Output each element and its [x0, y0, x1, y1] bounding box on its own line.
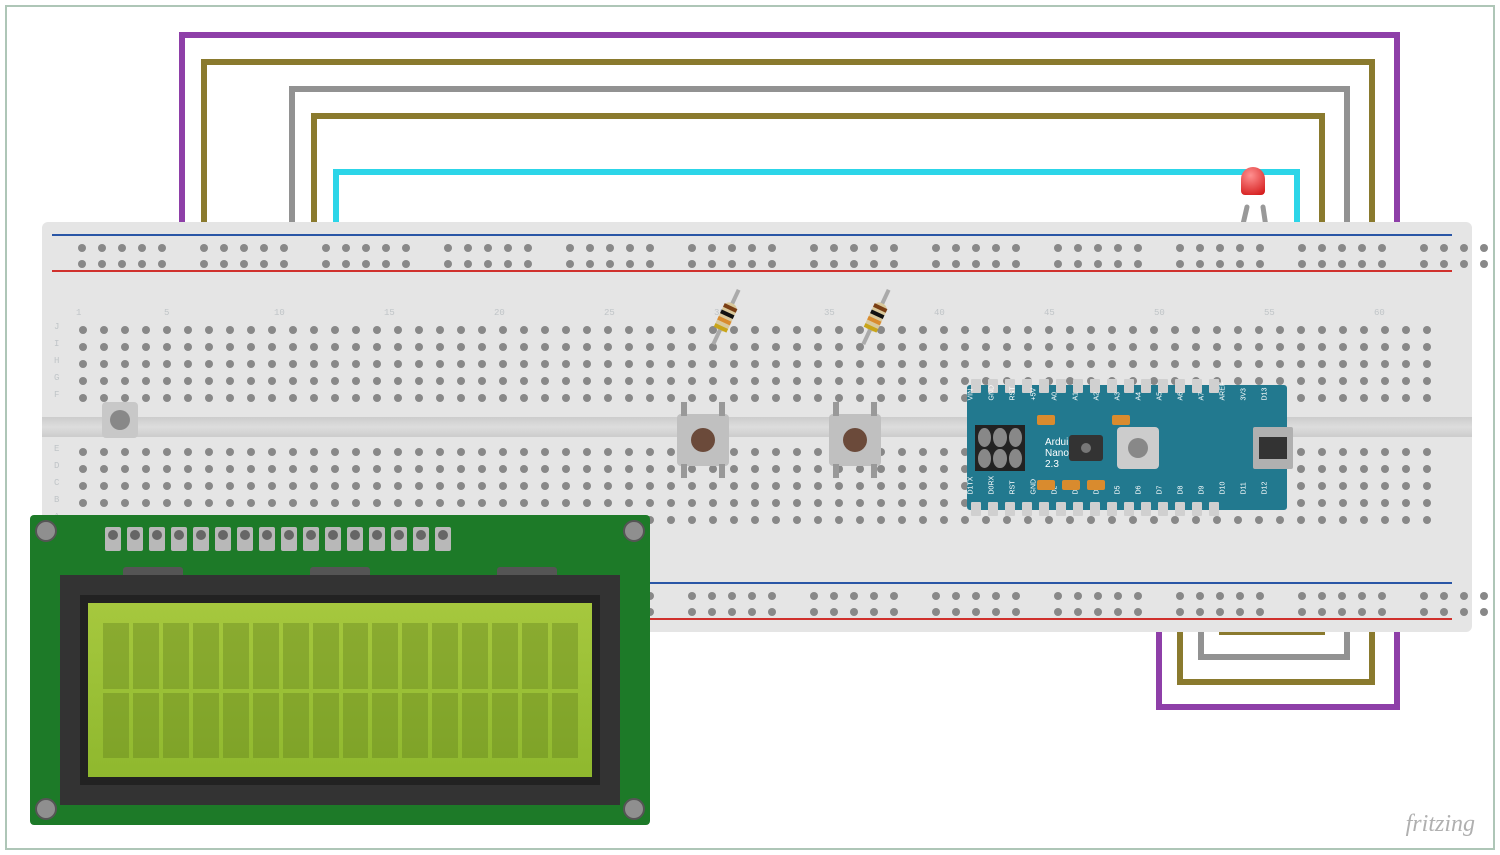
pushbutton-1 [677, 414, 729, 466]
fritzing-watermark: fritzing [1406, 811, 1475, 838]
row-label: J [54, 322, 59, 332]
col-label: 60 [1374, 308, 1385, 318]
col-label: 50 [1154, 308, 1165, 318]
row-label: E [54, 444, 59, 454]
row-label: G [54, 373, 59, 383]
row-label: D [54, 461, 59, 471]
col-label: 55 [1264, 308, 1275, 318]
lcd-16x2: for(let i=0;i<16;i++)document.write('<di… [30, 515, 650, 825]
col-label: 45 [1044, 308, 1055, 318]
lcd-pin-header: for(let i=0;i<16;i++)document.write('<di… [105, 527, 451, 551]
led-red [1235, 167, 1271, 217]
pushbutton-2 [829, 414, 881, 466]
row-label: B [54, 495, 59, 505]
col-label: 1 [76, 308, 81, 318]
row-label: I [54, 339, 59, 349]
row-label: F [54, 390, 59, 400]
potentiometer [102, 402, 138, 438]
row-label: H [54, 356, 59, 366]
col-label: 25 [604, 308, 615, 318]
col-label: 5 [164, 308, 169, 318]
col-label: 20 [494, 308, 505, 318]
row-label: C [54, 478, 59, 488]
arduino-nano: for(let i=0;i<15;i++)document.write('<di… [967, 385, 1287, 510]
col-label: 15 [384, 308, 395, 318]
lcd-screen: for(let i=0;i<32;i++)document.write('<di… [80, 595, 600, 785]
col-label: 35 [824, 308, 835, 318]
col-label: 40 [934, 308, 945, 318]
nano-bottom-pins: for(let i=0;i<15;i++)document.write('<di… [971, 502, 1219, 516]
col-label: 10 [274, 308, 285, 318]
